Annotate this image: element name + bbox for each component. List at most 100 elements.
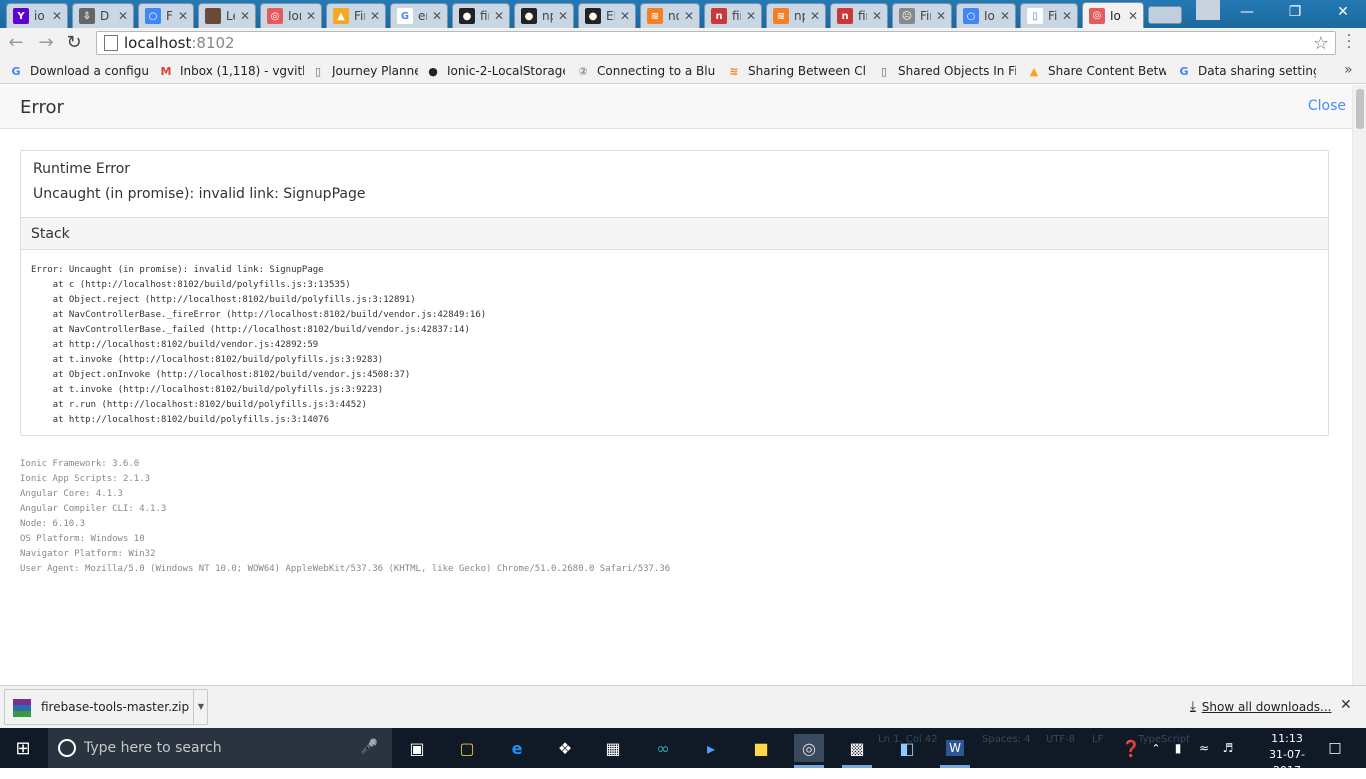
tab[interactable]: ● npm ✕ [514,3,574,28]
minimize-icon[interactable]: — [1224,2,1270,24]
vscode-icon[interactable]: ▸ [696,734,726,762]
chrome-menu-icon[interactable]: · · · [1342,29,1356,55]
tab[interactable]: nfireba ✕ [704,3,762,28]
tab[interactable]: Gerror ✕ [390,3,448,28]
close-tab-icon[interactable]: ✕ [117,9,129,23]
bookmark-label: Journey Planner [332,64,418,78]
arduino-icon[interactable]: ∞ [648,734,678,762]
tab[interactable]: ≋ node ✕ [640,3,700,28]
close-tab-icon[interactable]: ✕ [1127,9,1139,23]
tab[interactable]: ≋ npm ✕ [766,3,826,28]
file-explorer-icon[interactable]: ▢ [452,734,482,762]
tab[interactable]: Learn ✕ [198,3,256,28]
github-icon: ● [585,8,601,24]
close-tab-icon[interactable]: ✕ [935,9,947,23]
browser-toolbar: ← → ↻ localhost:8102 ☆ [0,28,1366,58]
bookmark-item[interactable]: ▯ Journey Planner [310,62,418,80]
scrollbar[interactable] [1352,85,1366,685]
windows-start-icon[interactable]: ⊞ [8,734,38,762]
tab-title: ERR! [606,9,615,23]
tab[interactable]: nfireba ✕ [830,3,888,28]
close-tab-icon[interactable]: ✕ [493,9,505,23]
statusbar-ghost-item: Ln 1, Col 42 [878,734,938,745]
tab[interactable]: ▲ Fireb ✕ [326,3,386,28]
restore-icon[interactable]: ❐ [1272,2,1318,24]
volume-icon[interactable]: ♬ [1218,734,1238,762]
terminal-icon[interactable]: ▩ [842,734,872,762]
close-tab-icon[interactable]: ✕ [999,9,1011,23]
store-icon[interactable]: ▦ [598,734,628,762]
bookmark-item[interactable]: G Data sharing settings [1176,62,1316,80]
close-tab-icon[interactable]: ✕ [745,9,757,23]
tab[interactable]: ⇩ D ✕ [72,3,134,28]
close-tab-icon[interactable]: ✕ [619,9,631,23]
close-tab-icon[interactable]: ✕ [557,9,569,23]
page-title: Error [20,97,64,118]
clock-time: 11:13 [1271,732,1303,745]
close-window-icon[interactable]: ✕ [1320,2,1366,24]
dropbox-icon[interactable]: ❖ [550,734,580,762]
close-tab-icon[interactable]: ✕ [431,9,443,23]
help-icon[interactable]: ❓ [1116,734,1146,762]
stack-title: Stack [31,226,70,242]
close-button[interactable]: Close [1308,98,1346,114]
close-shelf-icon[interactable]: ✕ [1340,697,1352,713]
tab[interactable]: ◎ Ionic ✕ [260,3,322,28]
bookmark-label: Share Content Betwee [1048,64,1166,78]
bookmark-item[interactable]: ● Ionic-2-LocalStorage- [425,62,565,80]
forward-icon[interactable]: → [36,33,56,53]
stack-line: at NavControllerBase._failed (http://loc… [31,325,470,335]
bookmark-item[interactable]: ▲ Share Content Betwee [1026,62,1166,80]
profile-button[interactable] [1196,0,1220,20]
close-tab-icon[interactable]: ✕ [1061,9,1073,23]
tab-title: fireba [732,9,741,23]
close-tab-icon[interactable]: ✕ [305,9,317,23]
bookmarks-overflow-icon[interactable]: » [1344,62,1353,78]
back-icon[interactable]: ← [6,33,26,53]
bookmark-item[interactable]: ≋ Sharing Between Clier [726,62,866,80]
edge-icon[interactable]: e [502,734,532,762]
close-tab-icon[interactable]: ✕ [809,9,821,23]
tab[interactable]: ○ Fi ✕ [138,3,194,28]
battery-icon[interactable]: ▮ [1168,734,1188,762]
tab[interactable]: ● ERR! ✕ [578,3,636,28]
close-tab-icon[interactable]: ✕ [177,9,189,23]
address-bar[interactable]: localhost:8102 ☆ [96,31,1336,55]
show-all-downloads-link[interactable]: ⤓ Show all downloads... [1190,699,1332,714]
reload-icon[interactable]: ↻ [64,33,84,53]
sticky-notes-icon[interactable]: ■ [746,734,776,762]
close-tab-icon[interactable]: ✕ [871,9,883,23]
taskbar-search-box[interactable]: Type here to search 🎤 [48,728,392,768]
scrollbar-thumb[interactable] [1356,89,1364,129]
close-tab-icon[interactable]: ✕ [369,9,381,23]
tray-chevron-icon[interactable]: ⌃ [1146,734,1166,762]
close-tab-icon[interactable]: ✕ [239,9,251,23]
tab[interactable]: ○ Ionic ✕ [956,3,1016,28]
new-tab-button[interactable] [1148,6,1182,24]
bookmark-item[interactable]: ▯ Shared Objects In Fire [876,62,1016,80]
github-icon: ● [428,64,438,78]
tab[interactable]: Yio ✕ [6,3,68,28]
bookmark-item[interactable]: M Inbox (1,118) - vgvith [158,62,304,80]
tab[interactable]: ☹ Fireb ✕ [892,3,952,28]
chrome-taskbar-icon[interactable]: ◎ [794,734,824,762]
close-tab-icon[interactable]: ✕ [683,9,695,23]
tab[interactable]: ● fireba ✕ [452,3,510,28]
download-item[interactable]: firebase-tools-master.zip ▼ [4,689,208,725]
word-icon[interactable]: W [940,734,970,762]
tab-title: D [100,9,110,23]
bookmark-item[interactable]: ② Connecting to a Bluet [575,62,715,80]
notifications-icon[interactable]: □ [1320,734,1350,762]
avatar-icon [205,8,221,24]
taskbar: ⊞ Type here to search 🎤 ▣ ▢ e ❖ ▦ ∞ ▸ ■ … [0,728,1366,777]
tab[interactable]: ◎ Io ✕ [1082,2,1144,28]
wifi-icon[interactable]: ≈ [1194,734,1214,762]
chevron-down-icon[interactable]: ▼ [193,690,208,724]
clock[interactable]: 11:13 31-07-2017 [1262,731,1312,779]
bookmark-star-icon[interactable]: ☆ [1313,33,1329,54]
tab[interactable]: ▯ Fireb ✕ [1020,3,1078,28]
close-tab-icon[interactable]: ✕ [51,9,63,23]
microphone-icon[interactable]: 🎤 [361,739,378,755]
bookmark-item[interactable]: G Download a configura [8,62,148,80]
task-view-icon[interactable]: ▣ [402,734,432,762]
